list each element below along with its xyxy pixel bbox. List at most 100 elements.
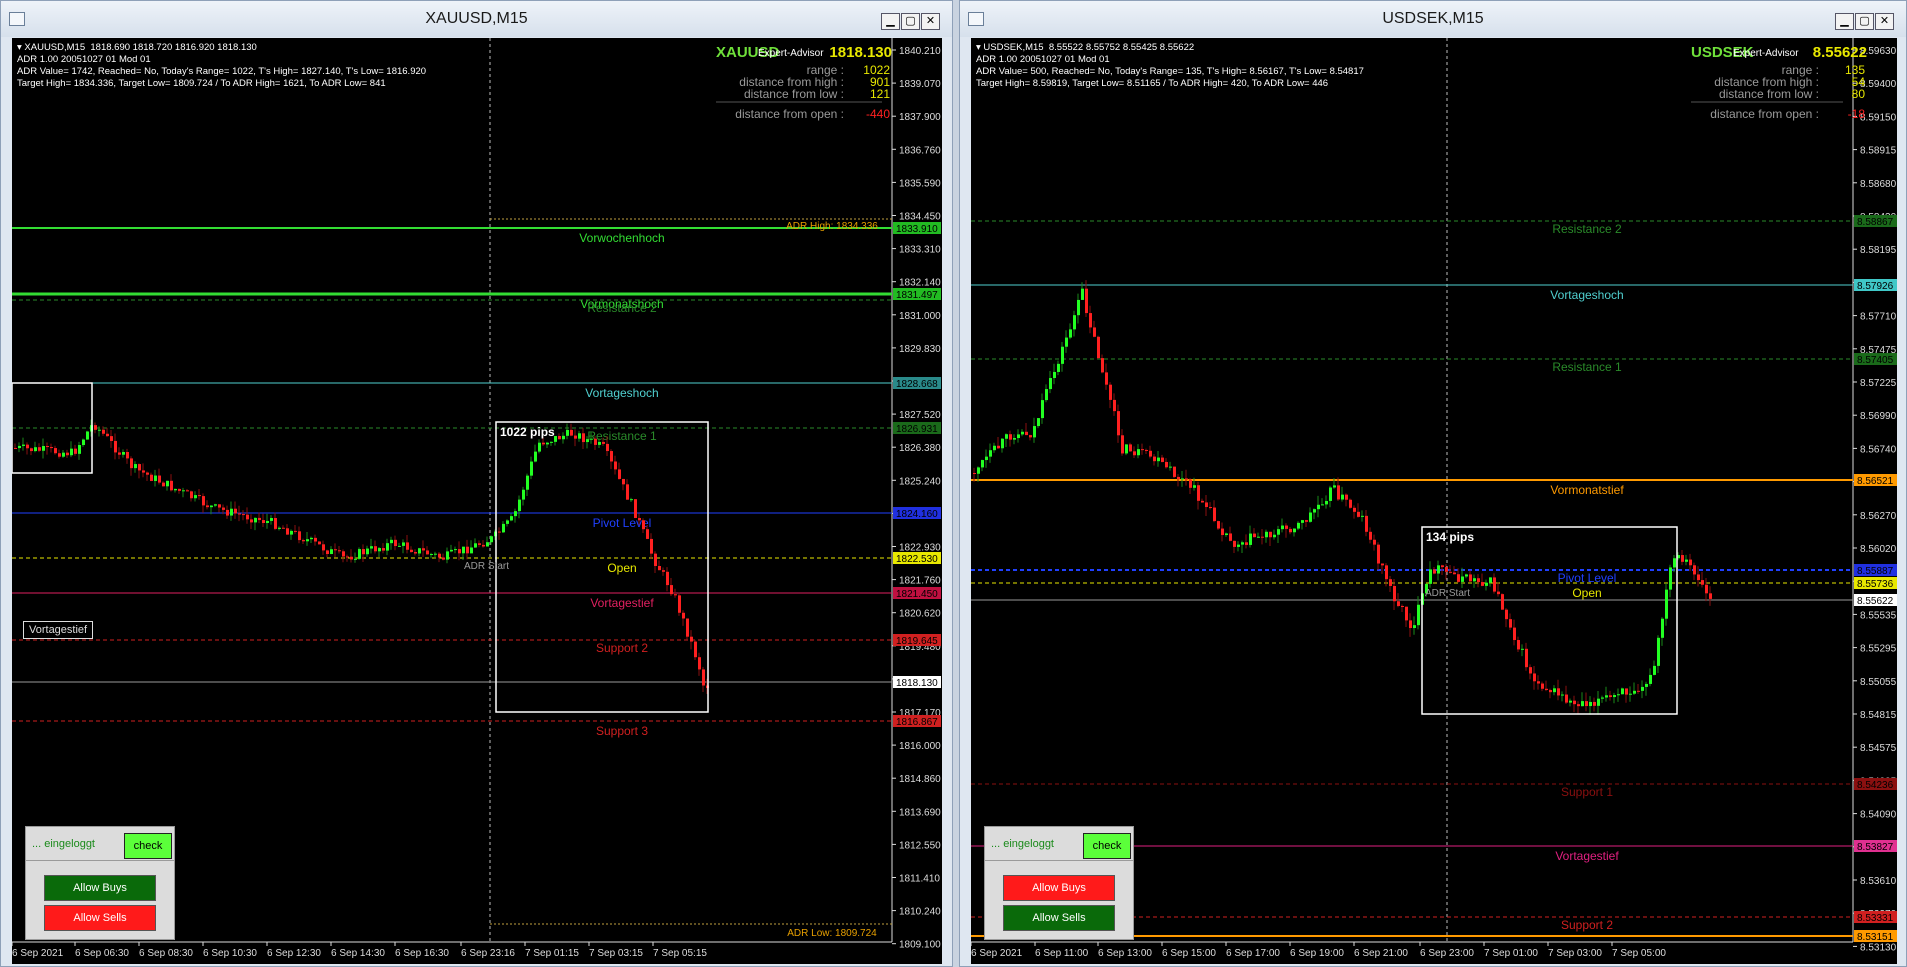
price-tick-label: 8.57710 <box>1860 312 1897 323</box>
check-button[interactable]: check <box>124 833 172 859</box>
price-tick-label: 1816.000 <box>899 741 941 752</box>
minimize-icon[interactable]: ▁ <box>881 13 900 30</box>
candle-body <box>270 518 273 521</box>
candle-body <box>70 448 73 456</box>
candle-body <box>1289 528 1292 533</box>
info-line: ADR Value= 1742, Reached= No, Today's Ra… <box>17 66 427 77</box>
candle-body <box>1021 431 1024 435</box>
maximize-icon[interactable]: ▢ <box>901 13 920 30</box>
candle-body <box>1085 288 1088 314</box>
candle-body <box>618 469 621 479</box>
candle-body <box>314 537 317 542</box>
candle-body <box>330 549 333 555</box>
candle-body <box>234 508 237 514</box>
candle-body <box>1673 558 1676 568</box>
candle-body <box>698 657 701 670</box>
chart-info-text: ▾ XAUUSD,M15 1818.690 1818.720 1816.920 … <box>17 42 426 90</box>
candle-body <box>1525 648 1528 668</box>
candle-body <box>606 443 609 452</box>
candle-body <box>634 499 637 518</box>
price-chart[interactable]: 8.596308.594008.591508.589158.586808.584… <box>971 38 1897 964</box>
price-chart[interactable]: 1840.210 1839.070 1837.900 1836.760 1835.590… <box>12 38 942 964</box>
candle-body <box>1133 451 1136 456</box>
price-tag-label: 8.57405 <box>1857 355 1894 366</box>
maximize-icon[interactable]: ▢ <box>1855 13 1874 30</box>
candle-body <box>1477 578 1480 583</box>
close-icon[interactable]: ✕ <box>921 13 940 30</box>
price-tick-label: 1839.070 <box>899 79 941 90</box>
time-tick-label: 6 Sep 2021 <box>971 948 1023 959</box>
candle-body <box>1597 698 1600 706</box>
candle-body <box>390 539 393 544</box>
title-bar[interactable]: USDSEK,M15 ▁ ▢ ✕ <box>960 1 1906 37</box>
trade-buttons-box: Allow Buys Allow Sells <box>984 860 1134 940</box>
candle-body <box>94 425 97 430</box>
candle-body <box>250 519 253 523</box>
allow-sells-button[interactable]: Allow Sells <box>44 905 156 931</box>
candle-body <box>562 435 565 440</box>
candle-body <box>1221 528 1224 536</box>
candle-body <box>626 484 629 500</box>
candle-body <box>670 585 673 595</box>
price-tick-label: 1835.590 <box>899 178 941 189</box>
candle-body <box>1149 450 1152 457</box>
price-tick-label: 1810.240 <box>899 907 941 918</box>
candle-body <box>1285 525 1288 529</box>
price-tick-label: 1812.550 <box>899 840 941 851</box>
candle-body <box>1161 457 1164 462</box>
time-tick-label: 7 Sep 03:15 <box>589 948 643 959</box>
candle-body <box>526 475 529 490</box>
allow-buys-button[interactable]: Allow Buys <box>44 875 156 901</box>
title-bar[interactable]: XAUUSD,M15 ▁ ▢ ✕ <box>1 1 952 37</box>
candle-body <box>1613 695 1616 698</box>
candle-body <box>1357 511 1360 517</box>
price-tag-label: 8.55736 <box>1857 579 1894 590</box>
candle-body <box>74 448 77 454</box>
candle-body <box>1609 695 1612 698</box>
login-status-box: ... eingeloggt check <box>25 826 175 864</box>
price-tick-label: 8.58195 <box>1860 245 1897 256</box>
candle-body <box>1073 315 1076 330</box>
candle-body <box>82 439 85 446</box>
candle-body <box>1041 400 1044 419</box>
candle-body <box>989 450 992 457</box>
vortagestief-tag: Vortagestief <box>23 621 94 639</box>
candle-body <box>142 470 145 473</box>
candle-body <box>1637 690 1640 692</box>
candle-body <box>102 429 105 434</box>
candle-body <box>1097 336 1100 359</box>
chart-window-xauusd[interactable]: XAUUSD,M15 ▁ ▢ ✕ 1840.210 1839.070 1837.90… <box>0 0 953 967</box>
chart-window-usdsek[interactable]: USDSEK,M15 ▁ ▢ ✕ 8.59630 8.59400 8.59150 8.… <box>959 0 1907 967</box>
price-tick-label: 1836.760 <box>899 145 941 156</box>
candle-body <box>1297 522 1300 529</box>
stats-panel: XAUUSD Expert-Advisor 1818.130 range :10… <box>716 42 892 122</box>
candle-body <box>1121 435 1124 454</box>
candle-body <box>1265 531 1268 538</box>
candle-body <box>146 472 149 475</box>
candle-body <box>1521 648 1524 650</box>
check-button[interactable]: check <box>1083 833 1131 859</box>
candle-body <box>78 445 81 454</box>
allow-sells-button[interactable]: Allow Sells <box>1003 905 1115 931</box>
candle-body <box>622 478 625 485</box>
allow-buys-button[interactable]: Allow Buys <box>1003 875 1115 901</box>
candle-body <box>1197 485 1200 501</box>
candle-body <box>1341 494 1344 500</box>
panel-row-value: 121 <box>869 87 890 101</box>
candle-body <box>985 456 988 461</box>
time-tick-label: 6 Sep 14:30 <box>331 948 385 959</box>
candle-body <box>482 544 485 547</box>
candle-body <box>1205 502 1208 508</box>
close-icon[interactable]: ✕ <box>1875 13 1894 30</box>
candle-body <box>1585 701 1588 707</box>
candle-body <box>1261 536 1264 538</box>
minimize-icon[interactable]: ▁ <box>1835 13 1854 30</box>
candle-body <box>162 482 165 487</box>
panel-row-label: distance from low : <box>1718 87 1819 101</box>
candle-body <box>62 452 65 457</box>
time-tick-label: 6 Sep 21:00 <box>1354 948 1408 959</box>
level-label: Vortagestief <box>590 596 654 610</box>
price-tag-label: 8.53331 <box>1857 913 1894 924</box>
candle-body <box>1241 542 1244 545</box>
info-line: ▾ USDSEK,M15 8.55522 8.55752 8.55425 8.5… <box>976 42 1195 53</box>
